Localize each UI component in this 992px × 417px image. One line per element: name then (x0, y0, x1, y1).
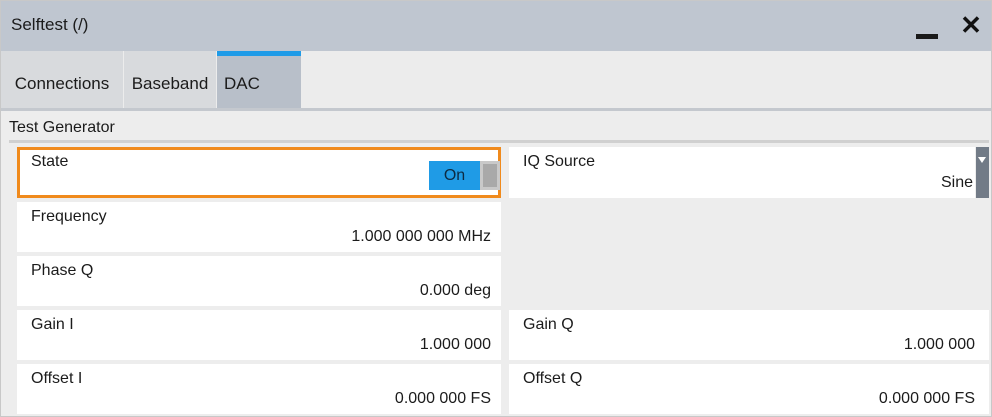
frequency-field[interactable]: Frequency 1.000 000 000 MHz (17, 202, 501, 252)
phase-q-field[interactable]: Phase Q 0.000 deg (17, 256, 501, 306)
minimize-button[interactable] (913, 15, 943, 41)
offset-q-field[interactable]: Offset Q 0.000 000 FS (509, 364, 989, 414)
state-field[interactable]: State On (17, 147, 501, 198)
tab-connections[interactable]: Connections (1, 51, 123, 108)
section-title: Test Generator (9, 119, 115, 136)
iq-source-dropdown-button[interactable] (976, 147, 989, 198)
frequency-value: 1.000 000 000 MHz (351, 228, 491, 245)
frequency-label: Frequency (31, 208, 107, 225)
gain-i-value: 1.000 000 (419, 336, 491, 353)
tab-baseband[interactable]: Baseband (124, 51, 216, 108)
iq-source-label: IQ Source (523, 153, 596, 170)
gain-q-field[interactable]: Gain Q 1.000 000 (509, 310, 989, 360)
state-toggle[interactable]: On (429, 161, 500, 190)
tab-bar: Connections Baseband DAC (1, 51, 991, 111)
close-icon: ✕ (960, 10, 982, 40)
close-button[interactable]: ✕ (957, 9, 985, 41)
iq-source-field[interactable]: IQ Source Sine (509, 147, 975, 198)
phase-q-value: 0.000 deg (419, 282, 491, 299)
title-bar: Selftest (/) ✕ (1, 1, 991, 51)
offset-i-label: Offset I (31, 370, 83, 387)
phase-q-label: Phase Q (31, 262, 94, 279)
selftest-dialog: Selftest (/) ✕ Connections Baseband DAC … (0, 0, 992, 417)
tab-dac[interactable]: DAC (217, 51, 301, 108)
offset-i-value: 0.000 000 FS (394, 390, 491, 407)
offset-i-field[interactable]: Offset I 0.000 000 FS (17, 364, 501, 414)
state-toggle-value: On (429, 161, 480, 190)
gain-q-label: Gain Q (523, 316, 574, 333)
offset-q-label: Offset Q (523, 370, 583, 387)
state-label: State (31, 153, 69, 170)
section-divider (9, 140, 989, 143)
empty-area (509, 202, 989, 306)
offset-q-value: 0.000 000 FS (878, 390, 975, 407)
gain-q-value: 1.000 000 (903, 336, 975, 353)
gain-i-field[interactable]: Gain I 1.000 000 (17, 310, 501, 360)
iq-source-value: Sine (940, 174, 973, 191)
gain-i-label: Gain I (31, 316, 74, 333)
window-title: Selftest (/) (11, 15, 89, 34)
toggle-knob (483, 164, 497, 187)
